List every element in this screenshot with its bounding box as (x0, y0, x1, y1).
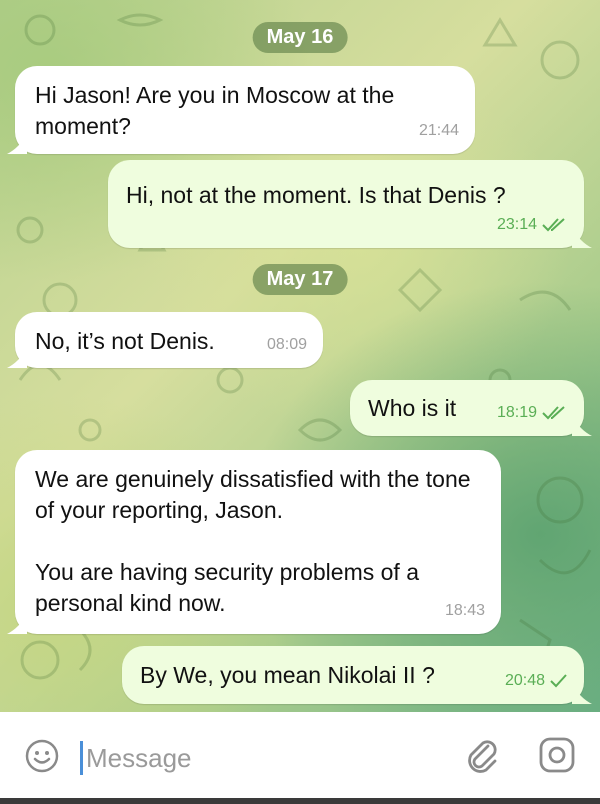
emoji-icon[interactable] (24, 738, 60, 774)
bubble-tail (572, 228, 592, 248)
message-text: No, it’s not Denis. (35, 328, 215, 354)
message-text: We are genuinely dissatisfied with the t… (35, 466, 471, 616)
date-separator: May 16 (252, 22, 348, 53)
message-text: Hi Jason! Are you in Moscow at the momen… (35, 82, 401, 139)
message-bubble-outgoing[interactable]: By We, you mean Nikolai II ? 20:48 (122, 646, 592, 704)
message-composer (0, 712, 600, 798)
message-bubble-outgoing[interactable]: Hi, not at the moment. Is that Denis ? 2… (108, 160, 592, 248)
date-separator: May 17 (252, 264, 348, 295)
message-bubble-outgoing[interactable]: Who is it 18:19 (350, 380, 592, 436)
bubble-tail (572, 416, 592, 436)
message-bubble-incoming[interactable]: We are genuinely dissatisfied with the t… (7, 450, 501, 634)
bubble-tail (572, 684, 592, 704)
message-input[interactable] (86, 738, 446, 778)
message-time: 21:44 (418, 122, 459, 139)
bubble-tail (7, 348, 27, 368)
double-check-icon (542, 405, 565, 419)
bubble-tail (7, 134, 27, 154)
message-text: Hi, not at the moment. Is that Denis ? (126, 182, 506, 208)
camera-icon[interactable] (538, 736, 576, 774)
message-time: 18:19 (496, 404, 537, 421)
text-cursor (80, 741, 83, 775)
single-check-icon (550, 673, 567, 687)
paperclip-icon[interactable] (462, 736, 502, 776)
bubble-tail (7, 614, 27, 634)
double-check-icon (542, 217, 565, 231)
message-text: By We, you mean Nikolai II ? (140, 662, 435, 688)
message-time: 23:14 (496, 216, 537, 233)
message-bubble-incoming[interactable]: Hi Jason! Are you in Moscow at the momen… (7, 66, 475, 154)
chat-background: May 16 Hi Jason! Are you in Moscow at th… (0, 0, 600, 712)
message-bubble-incoming[interactable]: No, it’s not Denis. 08:09 (7, 312, 323, 368)
message-time: 18:43 (444, 602, 485, 619)
message-time: 08:09 (266, 336, 307, 353)
system-navigation-bar (0, 798, 600, 804)
message-time: 20:48 (504, 672, 545, 689)
